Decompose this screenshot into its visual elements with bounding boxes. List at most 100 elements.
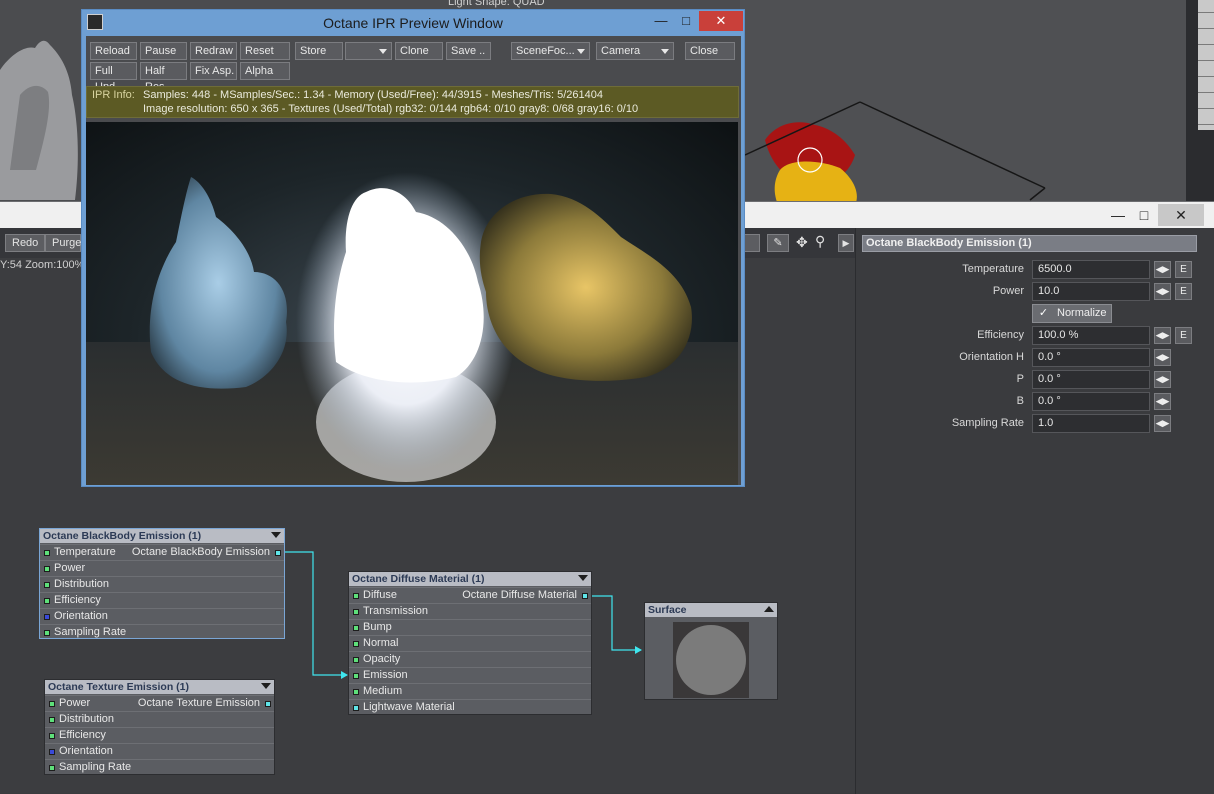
minimize-icon[interactable]: — (647, 11, 675, 31)
node-texture-emission[interactable]: Octane Texture Emission (1) Power Octane … (44, 679, 275, 775)
store-button[interactable]: Store (295, 42, 343, 60)
node-input-orientation[interactable]: Orientation (45, 743, 274, 759)
save-button[interactable]: Save .. (446, 42, 491, 60)
input-port[interactable] (353, 689, 359, 695)
full-update-button[interactable]: Full Upd. (90, 62, 137, 93)
input-port[interactable] (49, 701, 55, 707)
node-input-transmission[interactable]: Transmission (349, 603, 591, 619)
node-title[interactable]: Octane Texture Emission (1) (45, 680, 274, 694)
node-input-orientation[interactable]: Orientation (40, 608, 284, 624)
output-label: Octane Texture Emission (137, 697, 260, 709)
node-input-medium[interactable]: Medium (349, 683, 591, 699)
node-surface[interactable]: Surface (644, 602, 778, 700)
power-field[interactable]: 10.0 (1032, 282, 1150, 301)
input-port[interactable] (44, 550, 50, 556)
output-port[interactable] (265, 701, 271, 707)
temperature-label: Temperature (962, 263, 1024, 275)
input-port[interactable] (49, 765, 55, 771)
camera-dropdown[interactable]: Camera (596, 42, 674, 60)
reload-button[interactable]: Reload (90, 42, 137, 60)
clone-button[interactable]: Clone (395, 42, 443, 60)
half-res-button[interactable]: Half Res (140, 62, 187, 93)
chevron-down-icon[interactable] (578, 575, 588, 581)
node-input-sampling-rate[interactable]: Sampling Rate (45, 759, 274, 775)
node-input-efficiency[interactable]: Efficiency (40, 592, 284, 608)
maximize-icon[interactable]: □ (1130, 204, 1158, 226)
envelope-button[interactable]: E (1175, 327, 1192, 344)
stepper-arrows-icon[interactable]: ◀▶ (1154, 371, 1171, 388)
temperature-field[interactable]: 6500.0 (1032, 260, 1150, 279)
stepper-arrows-icon[interactable]: ◀▶ (1154, 415, 1171, 432)
input-port[interactable] (44, 614, 50, 620)
b-field[interactable]: 0.0 ° (1032, 392, 1150, 411)
node-input-normal[interactable]: Normal (349, 635, 591, 651)
node-input-power[interactable]: Power (40, 560, 284, 576)
node-input-sampling-rate[interactable]: Sampling Rate (40, 624, 284, 640)
normalize-checkbox[interactable]: ✓ Normalize (1032, 304, 1112, 323)
node-input-emission[interactable]: Emission (349, 667, 591, 683)
quad-light-line (1029, 187, 1046, 201)
chevron-up-icon[interactable] (764, 606, 774, 612)
minimize-icon[interactable]: — (1104, 204, 1132, 226)
quad-light-line (859, 101, 1046, 189)
sampling-rate-field[interactable]: 1.0 (1032, 414, 1150, 433)
input-port[interactable] (353, 641, 359, 647)
efficiency-field[interactable]: 100.0 % (1032, 326, 1150, 345)
node-input-lightwave-material[interactable]: Lightwave Material (349, 699, 591, 715)
maximize-icon[interactable]: □ (672, 11, 700, 31)
stepper-arrows-icon[interactable]: ◀▶ (1154, 283, 1171, 300)
stepper-arrows-icon[interactable]: ◀▶ (1154, 393, 1171, 410)
input-port[interactable] (44, 566, 50, 572)
input-port[interactable] (44, 630, 50, 636)
node-input-efficiency[interactable]: Efficiency (45, 727, 274, 743)
input-port[interactable] (353, 673, 359, 679)
close-button[interactable]: Close (685, 42, 735, 60)
input-port[interactable] (353, 609, 359, 615)
input-port[interactable] (353, 657, 359, 663)
close-icon[interactable]: ✕ (699, 11, 743, 31)
reset-button[interactable]: Reset (240, 42, 290, 60)
node-diffuse-material[interactable]: Octane Diffuse Material (1) Diffuse Octan… (348, 571, 592, 715)
chevron-down-icon[interactable] (261, 683, 271, 689)
pause-button[interactable]: Pause (140, 42, 187, 60)
ipr-render-view[interactable] (86, 122, 738, 485)
alpha-button[interactable]: Alpha (240, 62, 290, 80)
stepper-arrows-icon[interactable]: ◀▶ (1154, 349, 1171, 366)
input-port[interactable] (44, 582, 50, 588)
chevron-down-icon[interactable] (271, 532, 281, 538)
node-title[interactable]: Surface (645, 603, 777, 617)
node-input-opacity[interactable]: Opacity (349, 651, 591, 667)
node-title[interactable]: Octane Diffuse Material (1) (349, 572, 591, 586)
node-input-diffuse[interactable]: Diffuse Octane Diffuse Material (349, 587, 591, 603)
node-input-power[interactable]: Power Octane Texture Emission (45, 695, 274, 711)
input-port[interactable] (49, 749, 55, 755)
node-input-temperature[interactable]: Temperature Octane BlackBody Emission (40, 544, 284, 560)
ipr-preview-window: Octane IPR Preview Window — □ ✕ Reload P… (81, 9, 745, 487)
input-port[interactable] (353, 625, 359, 631)
p-field[interactable]: 0.0 ° (1032, 370, 1150, 389)
input-port[interactable] (353, 705, 359, 711)
output-port[interactable] (582, 593, 588, 599)
close-icon[interactable]: ✕ (1158, 204, 1204, 226)
output-port[interactable] (275, 550, 281, 556)
store-slot-dropdown[interactable] (345, 42, 392, 60)
stepper-arrows-icon[interactable]: ◀▶ (1154, 261, 1171, 278)
orientation-h-field[interactable]: 0.0 ° (1032, 348, 1150, 367)
node-input-bump[interactable]: Bump (349, 619, 591, 635)
input-port[interactable] (353, 593, 359, 599)
list-cells[interactable] (1198, 0, 1214, 130)
node-input-distribution[interactable]: Distribution (45, 711, 274, 727)
node-blackbody-emission[interactable]: Octane BlackBody Emission (1) Temperatur… (39, 528, 285, 639)
node-title[interactable]: Octane BlackBody Emission (1) (40, 529, 284, 543)
fix-aspect-button[interactable]: Fix Asp. (190, 62, 237, 80)
envelope-button[interactable]: E (1175, 261, 1192, 278)
input-port[interactable] (44, 598, 50, 604)
input-port[interactable] (49, 717, 55, 723)
redraw-button[interactable]: Redraw (190, 42, 237, 60)
stepper-arrows-icon[interactable]: ◀▶ (1154, 327, 1171, 344)
scene-focus-dropdown[interactable]: SceneFoc... (511, 42, 590, 60)
envelope-button[interactable]: E (1175, 283, 1192, 300)
node-input-distribution[interactable]: Distribution (40, 576, 284, 592)
connection-wire (283, 551, 347, 676)
input-port[interactable] (49, 733, 55, 739)
